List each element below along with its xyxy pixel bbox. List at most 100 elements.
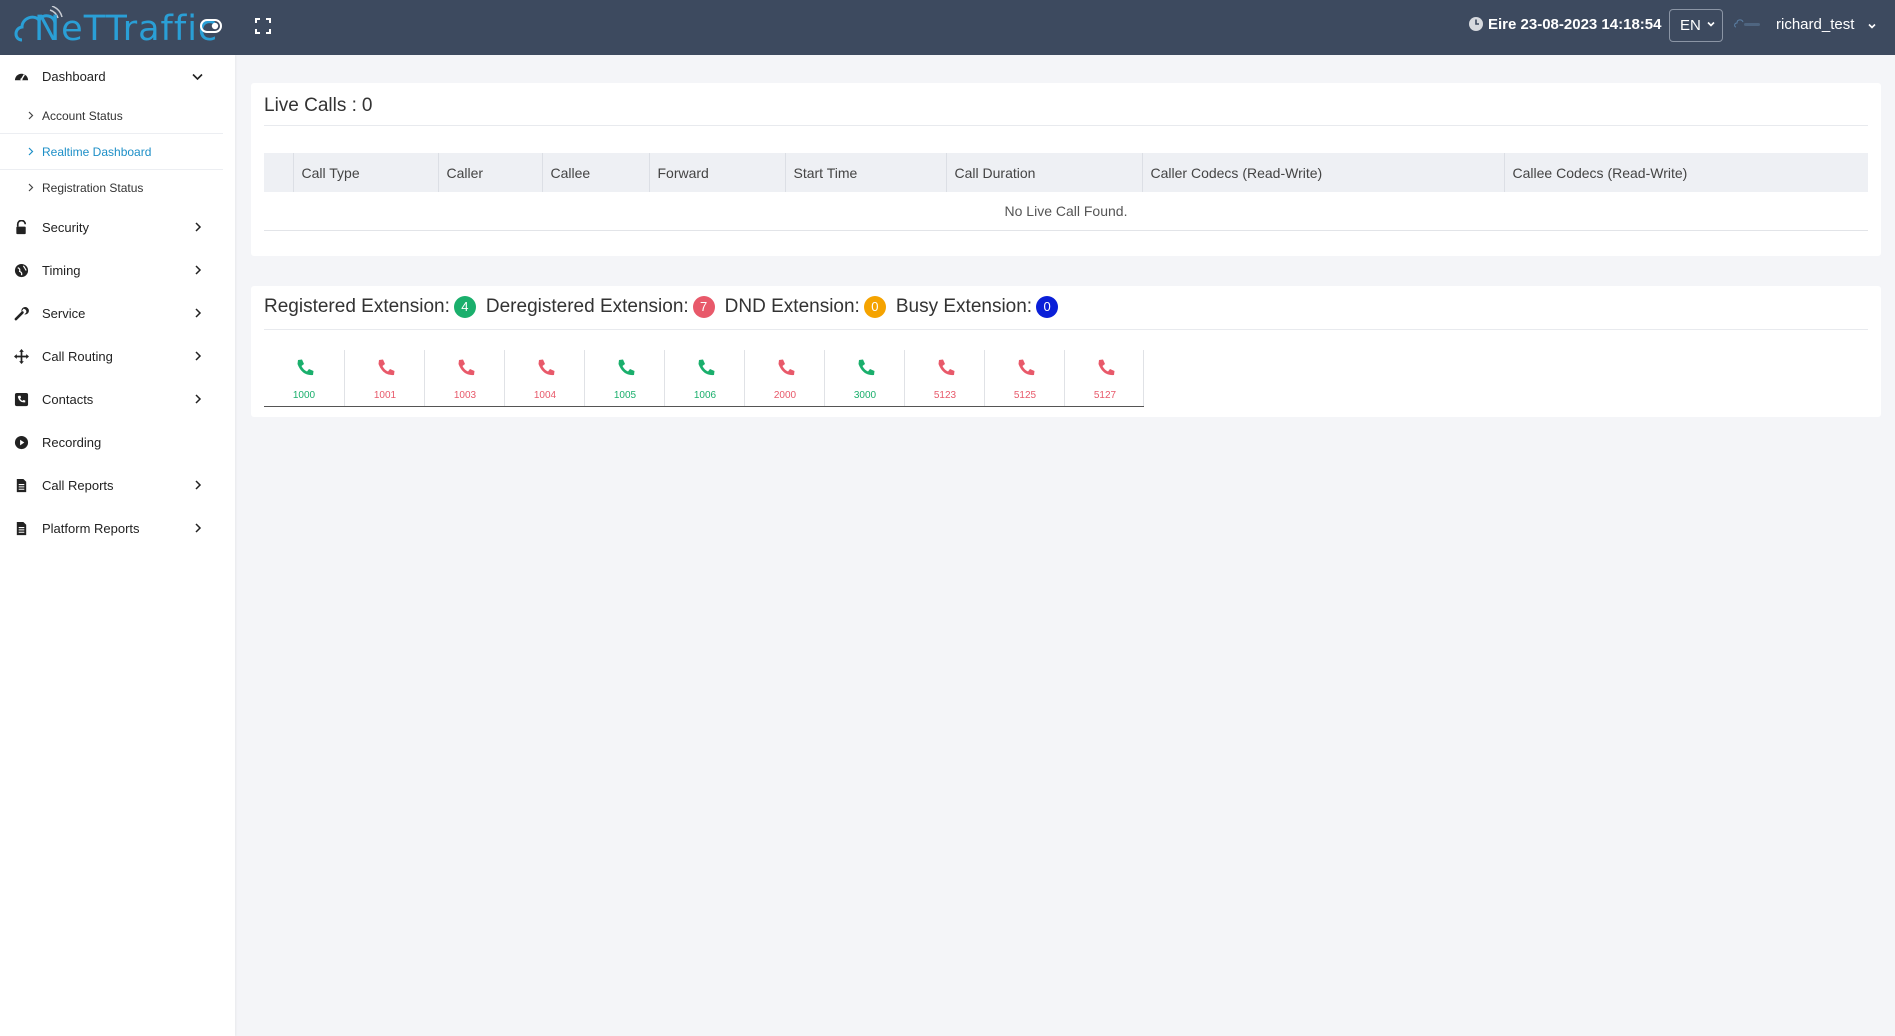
sidebar-item-recording[interactable]: Recording — [0, 421, 235, 464]
chevron-right-icon — [195, 480, 202, 490]
chevron-down-icon — [1707, 21, 1715, 27]
fullscreen-icon[interactable] — [254, 17, 272, 35]
sidebar-item-label: Dashboard — [42, 69, 106, 84]
globe-icon — [14, 263, 29, 278]
sidebar-subitem-registration-status[interactable]: Registration Status — [0, 170, 223, 206]
sidebar-subitem-label: Realtime Dashboard — [42, 144, 152, 159]
extension-tile[interactable]: 1003 — [424, 350, 504, 406]
extension-tile[interactable]: 2000 — [744, 350, 824, 406]
column-header-callee[interactable]: Callee — [541, 153, 649, 192]
phone-icon — [618, 359, 635, 376]
chevron-right-icon — [195, 222, 202, 232]
sidebar-subitem-account-status[interactable]: Account Status — [0, 98, 223, 134]
busy-extension-label: Busy Extension: — [895, 296, 1033, 317]
column-header-blank — [264, 153, 293, 192]
chevron-right-icon — [28, 147, 34, 156]
phone-icon — [538, 359, 555, 376]
extension-tile[interactable]: 1001 — [344, 350, 424, 406]
phone-icon — [297, 359, 314, 376]
sidebar-item-label: Service — [42, 306, 86, 321]
extension-tile[interactable]: 5123 — [904, 350, 984, 406]
extension-tile[interactable]: 1006 — [664, 350, 744, 406]
column-header-callee-codecs[interactable]: Callee Codecs (Read-Write) — [1503, 153, 1868, 192]
sidebar-item-label: Call Routing — [42, 349, 113, 364]
chevron-right-icon — [195, 265, 202, 275]
extension-tile[interactable]: 1000 — [264, 350, 344, 406]
column-header-start-time[interactable]: Start Time — [784, 153, 946, 192]
extension-tile[interactable]: 3000 — [824, 350, 904, 406]
extension-tile[interactable]: 5127 — [1064, 350, 1144, 406]
document-icon — [16, 478, 27, 493]
wrench-icon — [14, 307, 29, 321]
extension-grid: 1000 1001 1003 1004 1005 1006 2000 3000 5123 5125… — [264, 350, 1144, 407]
clock-icon — [1469, 17, 1483, 31]
sidebar-item-timing[interactable]: Timing — [0, 249, 235, 292]
live-calls-title: Live Calls : 0 — [264, 95, 373, 117]
sidebar-item-platform-reports[interactable]: Platform Reports — [0, 507, 235, 550]
table-header-row: Call Type Caller Callee Forward Start Ti… — [264, 153, 1868, 192]
deregistered-count-badge: 7 — [692, 296, 715, 318]
user-avatar[interactable] — [1733, 17, 1763, 31]
extension-number: 1000 — [292, 390, 316, 401]
chevron-right-icon — [195, 394, 202, 404]
current-datetime: Eire 23-08-2023 14:18:54 — [1488, 16, 1662, 33]
phone-icon — [1098, 359, 1115, 376]
sidebar-item-label: Contacts — [42, 392, 94, 407]
registered-count-badge: 4 — [453, 296, 476, 318]
live-calls-count: 0 — [361, 95, 373, 116]
phone-icon — [858, 359, 875, 376]
column-header-caller-codecs[interactable]: Caller Codecs (Read-Write) — [1141, 153, 1504, 192]
sidebar-item-call-reports[interactable]: Call Reports — [0, 464, 235, 507]
phone-icon — [1018, 359, 1035, 376]
sidebar-subitem-label: Account Status — [42, 108, 123, 123]
chevron-down-icon — [192, 73, 203, 81]
extension-number: 1006 — [693, 390, 717, 401]
column-header-caller[interactable]: Caller — [437, 153, 542, 192]
extension-number: 5125 — [1013, 390, 1037, 401]
extension-tile[interactable]: 1004 — [504, 350, 584, 406]
sidebar-item-service[interactable]: Service — [0, 292, 235, 335]
registered-extension-label: Registered Extension: — [264, 296, 450, 317]
extension-tile[interactable]: 1005 — [584, 350, 664, 406]
column-header-forward[interactable]: Forward — [648, 153, 785, 192]
username[interactable]: richard_test — [1776, 16, 1854, 33]
sidebar-item-security[interactable]: Security — [0, 206, 235, 249]
sidebar-toggle-icon[interactable] — [200, 17, 222, 35]
dnd-count-badge: 0 — [863, 296, 886, 318]
sidebar-item-label: Call Reports — [42, 478, 114, 493]
language-select[interactable]: EN — [1669, 9, 1723, 42]
phone-icon — [778, 359, 795, 376]
deregistered-extension-label: Deregistered Extension: — [485, 296, 689, 317]
chevron-right-icon — [28, 183, 34, 192]
dashboard-icon — [14, 73, 29, 81]
sidebar-subitem-realtime-dashboard[interactable]: Realtime Dashboard — [0, 134, 223, 170]
column-header-call-duration[interactable]: Call Duration — [945, 153, 1142, 192]
sidebar-item-label: Recording — [42, 435, 102, 450]
sidebar-item-call-routing[interactable]: Call Routing — [0, 335, 235, 378]
sidebar-item-dashboard[interactable]: Dashboard — [0, 55, 235, 98]
extension-number: 1003 — [453, 390, 477, 401]
chevron-right-icon — [195, 308, 202, 318]
divider — [264, 125, 1868, 126]
busy-count-badge: 0 — [1036, 296, 1059, 318]
divider — [264, 329, 1868, 330]
sidebar: Dashboard Account Status Realtime Dashbo… — [0, 55, 235, 1036]
live-calls-card: Live Calls : 0 Call Type Caller Callee F… — [251, 83, 1881, 256]
extension-tile[interactable]: 5125 — [984, 350, 1064, 406]
sidebar-item-contacts[interactable]: Contacts — [0, 378, 235, 421]
chevron-right-icon — [28, 111, 34, 120]
sidebar-item-label: Timing — [42, 263, 81, 278]
logo-text: NeTTraffic — [34, 9, 219, 49]
extension-number: 5123 — [933, 390, 957, 401]
top-header: NeTTraffic Eire 23-08-2023 14:18:54 EN r… — [0, 0, 1895, 55]
user-menu-chevron-icon[interactable] — [1867, 21, 1877, 31]
sidebar-item-label: Platform Reports — [42, 521, 140, 536]
column-header-call-type[interactable]: Call Type — [292, 153, 438, 192]
language-value: EN — [1680, 17, 1701, 34]
phone-icon — [698, 359, 715, 376]
extension-number: 1005 — [613, 390, 637, 401]
extension-number: 5127 — [1093, 390, 1117, 401]
phone-icon — [378, 359, 395, 376]
app-logo[interactable]: NeTTraffic — [12, 4, 218, 52]
extension-summary: Registered Extension: 4 Deregistered Ext… — [264, 296, 1068, 318]
